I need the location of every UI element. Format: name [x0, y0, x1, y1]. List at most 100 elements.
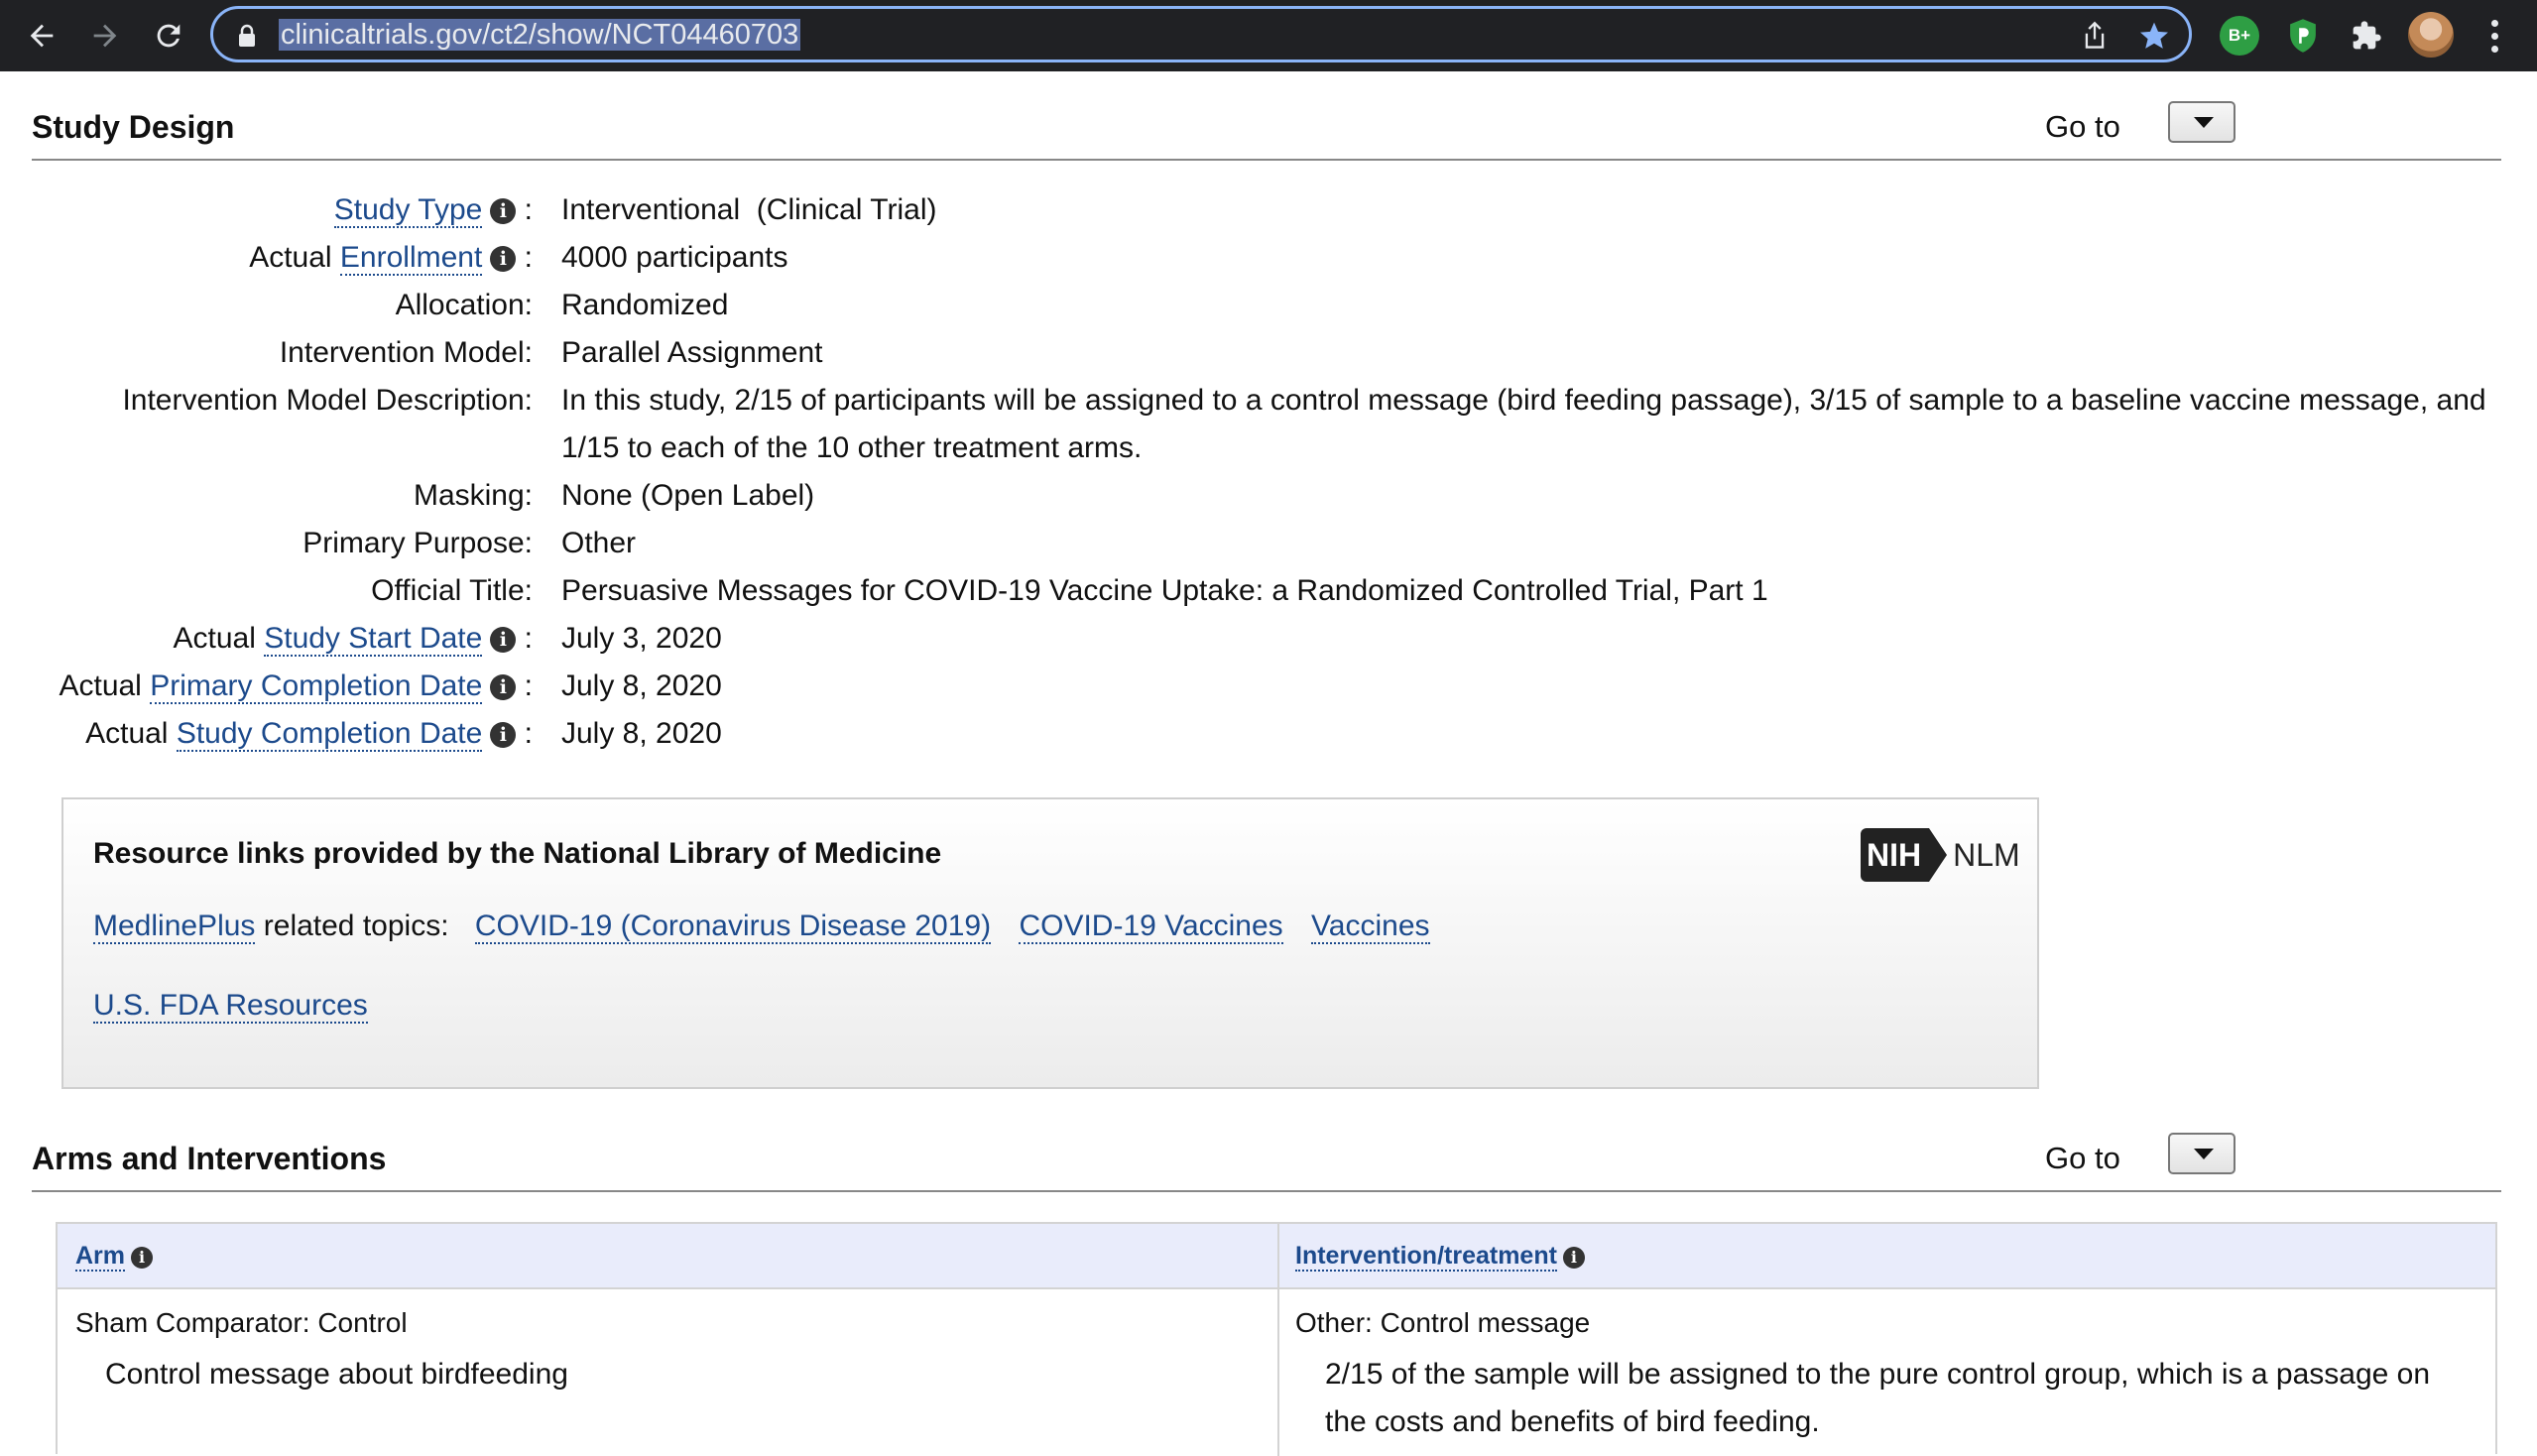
related-topics-label: related topics: [263, 910, 449, 942]
primary-completion-date-prefix: Actual [59, 669, 142, 702]
topic-link-vaccines[interactable]: Vaccines [1311, 910, 1430, 944]
share-button[interactable] [2078, 19, 2112, 53]
url-text[interactable]: clinicaltrials.gov/ct2/show/NCT04460703 [279, 19, 801, 51]
menu-dot-icon [2490, 19, 2498, 27]
enrollment-term-link[interactable]: Enrollment [339, 241, 483, 276]
enrollment-label: Actual Enrollment i : [249, 241, 533, 276]
extension-grade-label: B+ [2228, 26, 2251, 45]
nlm-logo-text: NLM [1953, 836, 2020, 873]
info-icon[interactable]: i [490, 674, 517, 700]
study-start-date-label: Actual Study Start Date i : [173, 622, 533, 657]
primary-purpose-value: Other [561, 527, 637, 559]
fda-resources-link[interactable]: U.S. FDA Resources [93, 989, 368, 1024]
medlineplus-link[interactable]: MedlinePlus [93, 910, 256, 944]
study-completion-date-value: July 8, 2020 [561, 717, 722, 750]
shield-icon [2290, 19, 2316, 53]
study-type-label: Study Type i : [333, 193, 533, 228]
study-design-list: Study Type i : Interventional (Clinical T… [0, 186, 2537, 758]
info-icon[interactable]: i [1562, 1247, 1585, 1269]
info-icon[interactable]: i [490, 627, 517, 653]
info-icon[interactable]: i [490, 722, 517, 748]
goto-dropdown-button[interactable] [2168, 1133, 2235, 1174]
privacy-extension-button[interactable] [2283, 16, 2323, 56]
forward-arrow-icon [93, 24, 117, 48]
intervention-description: 2/15 of the sample will be assigned to t… [1325, 1358, 2431, 1438]
profile-avatar[interactable] [2408, 12, 2454, 58]
browser-menu-button[interactable] [2479, 14, 2509, 58]
official-title-label: Official Title: [371, 574, 533, 607]
study-design-title: Study Design [32, 109, 235, 145]
bookmark-star-button[interactable] [2137, 19, 2171, 53]
official-title-row: Official Title: Persuasive Messages for … [0, 567, 2537, 615]
intervention-model-row: Intervention Model: Parallel Assignment [0, 329, 2537, 377]
allocation-value: Randomized [561, 289, 729, 321]
allocation-row: Allocation: Randomized [0, 282, 2537, 329]
allocation-label: Allocation: [395, 289, 533, 321]
nlm-resource-box: Resource links provided by the National … [61, 797, 2039, 1089]
menu-dot-icon [2490, 45, 2498, 53]
star-icon [2140, 22, 2168, 49]
topic-link-covid19-vaccines[interactable]: COVID-19 Vaccines [1019, 910, 1283, 944]
address-bar[interactable]: clinicaltrials.gov/ct2/show/NCT04460703 [210, 6, 2192, 62]
extension-grade-button[interactable]: B+ [2220, 16, 2259, 56]
study-type-term-link[interactable]: Study Type [333, 193, 483, 228]
menu-dot-icon [2490, 32, 2498, 40]
study-completion-date-prefix: Actual [85, 717, 169, 750]
nih-arrow-icon [1929, 828, 1948, 882]
arm-column-header-text: Arm [75, 1242, 126, 1272]
primary-purpose-label: Primary Purpose: [302, 527, 533, 559]
primary-completion-date-value: July 8, 2020 [561, 669, 722, 702]
study-completion-date-row: Actual Study Completion Date i : July 8, … [0, 710, 2537, 758]
info-icon[interactable]: i [490, 246, 517, 272]
study-start-date-value: July 3, 2020 [561, 622, 722, 655]
goto-label: Go to [2045, 1141, 2120, 1175]
reload-button[interactable] [147, 14, 190, 58]
study-type-row: Study Type i : Interventional (Clinical T… [0, 186, 2537, 234]
forward-button[interactable] [83, 14, 127, 58]
intervention-model-value: Parallel Assignment [561, 336, 823, 369]
official-title-value: Persuasive Messages for COVID-19 Vaccine… [561, 574, 1768, 607]
study-start-date-prefix: Actual [173, 622, 256, 655]
enrollment-prefix: Actual [249, 241, 332, 274]
study-design-header: Study Design Go to [32, 71, 2501, 161]
share-icon [2085, 21, 2105, 49]
intervention-model-description-row: Intervention Model Description: In this … [0, 377, 2537, 472]
column-divider [1277, 1224, 1279, 1456]
back-button[interactable] [20, 14, 63, 58]
extensions-button[interactable] [2347, 16, 2386, 56]
intervention-model-description-label: Intervention Model Description: [122, 384, 533, 417]
enrollment-value: 4000 participants [561, 241, 788, 274]
intervention-title: Other: Control message [1295, 1307, 1591, 1338]
reload-icon [157, 24, 181, 48]
study-start-date-term-link[interactable]: Study Start Date [264, 622, 483, 657]
study-type-value: Interventional (Clinical Trial) [561, 193, 937, 226]
arm-title: Sham Comparator: Control [75, 1307, 408, 1338]
study-completion-date-label: Actual Study Completion Date i : [85, 717, 533, 752]
arms-interventions-header: Arms and Interventions Go to [32, 1103, 2501, 1192]
masking-row: Masking: None (Open Label) [0, 472, 2537, 520]
medlineplus-row: MedlinePlus related topics: COVID-19 (Co… [93, 907, 1450, 946]
masking-value: None (Open Label) [561, 479, 815, 512]
arm-column-header[interactable]: Arm i [75, 1242, 154, 1272]
intervention-model-description-value: In this study, 2/15 of participants will… [561, 384, 2486, 464]
enrollment-row: Actual Enrollment i : 4000 participants [0, 234, 2537, 282]
browser-toolbar: clinicaltrials.gov/ct2/show/NCT04460703 … [0, 0, 2537, 71]
topic-link-covid19[interactable]: COVID-19 (Coronavirus Disease 2019) [474, 910, 992, 944]
puzzle-icon [2353, 21, 2381, 50]
resource-box-title: Resource links provided by the National … [93, 837, 942, 870]
nih-logo-text: NIH [1861, 828, 1930, 882]
fda-resources-row: U.S. FDA Resources [93, 986, 368, 1026]
nih-nlm-logo[interactable]: NIH NLM [1861, 827, 2020, 883]
info-icon[interactable]: i [131, 1247, 154, 1269]
study-completion-date-term-link[interactable]: Study Completion Date [176, 717, 483, 752]
goto-label: Go to [2045, 109, 2120, 144]
lock-icon [239, 24, 255, 47]
masking-label: Masking: [413, 479, 533, 512]
info-icon[interactable]: i [490, 198, 517, 224]
intervention-column-header[interactable]: Intervention/treatment i [1295, 1242, 1585, 1272]
study-start-date-row: Actual Study Start Date i : July 3, 2020 [0, 615, 2537, 663]
table-header-row: Arm i Intervention/treatment i [58, 1224, 2495, 1289]
arms-interventions-title: Arms and Interventions [32, 1141, 387, 1176]
primary-completion-date-term-link[interactable]: Primary Completion Date [150, 669, 483, 704]
goto-dropdown-button[interactable] [2168, 101, 2235, 143]
